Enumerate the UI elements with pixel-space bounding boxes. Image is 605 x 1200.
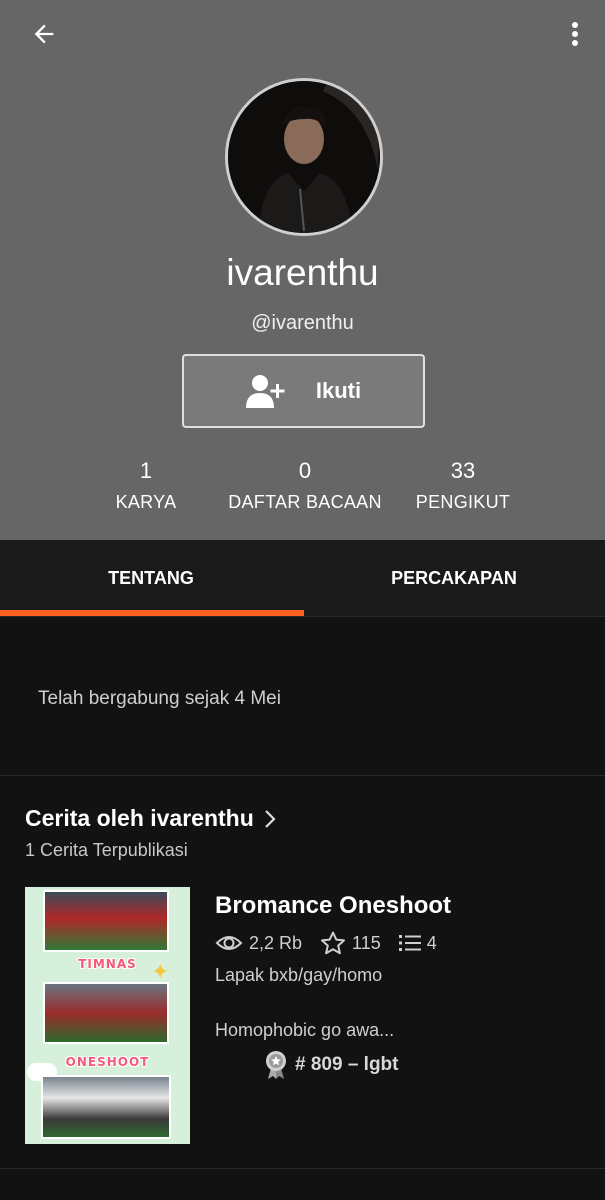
story-description: Homophobic go awa... <box>215 1020 395 1040</box>
stat-works-label: KARYA <box>115 492 177 512</box>
profile-header: ivarenthu @ivarenthu Ikuti 1 KARYA 0 DAF… <box>0 0 605 540</box>
chevron-right-icon <box>265 809 276 828</box>
follow-button[interactable]: Ikuti <box>182 354 425 428</box>
story-votes: 115 <box>320 931 381 955</box>
joined-date: Telah bergabung sejak 4 Mei <box>38 688 281 709</box>
tab-conversations[interactable]: PERCAKAPAN <box>303 540 605 617</box>
arrow-back-icon <box>34 24 54 44</box>
stories-section-header[interactable]: Cerita oleh ivarenthu <box>25 805 276 832</box>
list-icon <box>398 935 421 951</box>
story-reads: 2,2 Rb <box>215 933 302 954</box>
divider <box>0 1168 605 1169</box>
more-vert-icon <box>572 22 578 46</box>
active-tab-indicator <box>0 610 304 616</box>
display-name: ivarenthu <box>226 252 379 293</box>
story-parts: 4 <box>398 932 437 954</box>
story-votes-value: 115 <box>352 932 381 953</box>
avatar-photo <box>228 81 380 233</box>
eye-icon <box>215 936 243 950</box>
story-rank[interactable]: # 809 – lgbt <box>265 1050 399 1080</box>
follow-button-label: Ikuti <box>315 378 362 403</box>
story-reads-value: 2,2 Rb <box>249 932 303 953</box>
stories-section-title: Cerita oleh ivarenthu <box>25 805 254 831</box>
stat-reading-lists[interactable]: 0 DAFTAR BACAAN <box>215 458 395 513</box>
stat-followers-label: PENGIKUT <box>415 492 511 512</box>
person-add-icon <box>245 375 285 408</box>
avatar[interactable] <box>225 78 383 236</box>
stat-works[interactable]: 1 KARYA <box>96 458 196 513</box>
story-cover[interactable]: TIMNAS ✦ ONESHOOT <box>25 887 190 1144</box>
stat-followers-value: 33 <box>450 458 476 483</box>
story-rank-label: # 809 – lgbt <box>295 1054 399 1075</box>
story-title[interactable]: Bromance Oneshoot <box>215 892 451 920</box>
profile-tabs: TENTANG PERCAKAPAN <box>0 540 605 617</box>
story-stats: 2,2 Rb 115 4 <box>215 930 455 956</box>
tab-about[interactable]: TENTANG <box>0 540 302 617</box>
badge-icon <box>266 1051 286 1079</box>
stat-followers[interactable]: 33 PENGIKUT <box>403 458 523 513</box>
more-options-button[interactable] <box>563 16 587 52</box>
stories-count: 1 Cerita Terpublikasi <box>25 840 188 860</box>
cover-photo-3 <box>41 1075 171 1139</box>
story-tags: Lapak bxb/gay/homo <box>215 965 383 985</box>
stat-reading-lists-label: DAFTAR BACAAN <box>228 492 382 512</box>
user-handle: @ivarenthu <box>251 312 354 334</box>
cover-photo-2 <box>43 982 169 1044</box>
back-button[interactable] <box>22 16 66 52</box>
stat-works-value: 1 <box>139 458 153 483</box>
stat-reading-lists-value: 0 <box>298 458 312 483</box>
cover-photo-1 <box>43 890 169 952</box>
story-parts-value: 4 <box>426 932 437 953</box>
divider <box>0 775 605 776</box>
star-icon <box>321 931 346 955</box>
